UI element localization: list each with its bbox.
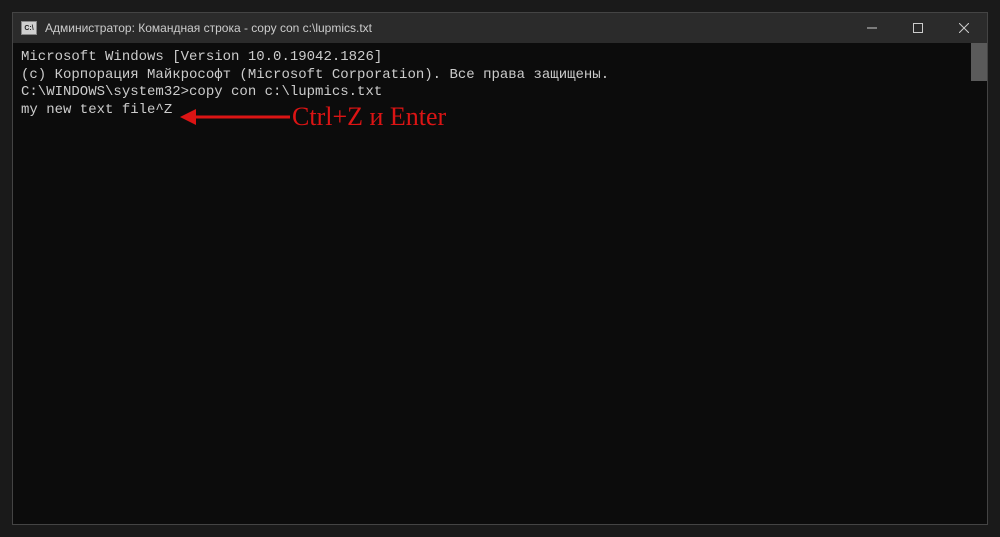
terminal-input-line: my new text file^Z [21,102,979,120]
window-titlebar[interactable]: C:\ Администратор: Командная строка - co… [13,13,987,43]
terminal-line: Microsoft Windows [Version 10.0.19042.18… [21,49,979,67]
cmd-icon: C:\ [21,21,37,35]
close-icon [959,23,969,33]
window-title: Администратор: Командная строка - copy c… [45,21,849,35]
maximize-icon [913,23,923,33]
minimize-icon [867,23,877,33]
command-prompt-window: C:\ Администратор: Командная строка - co… [12,12,988,525]
close-button[interactable] [941,13,987,43]
minimize-button[interactable] [849,13,895,43]
vertical-scrollbar-thumb[interactable] [971,43,987,81]
window-controls [849,13,987,43]
terminal-prompt-line: C:\WINDOWS\system32>copy con c:\lupmics.… [21,84,979,102]
terminal-output-area[interactable]: Microsoft Windows [Version 10.0.19042.18… [13,43,987,524]
terminal-line: (c) Корпорация Майкрософт (Microsoft Cor… [21,67,979,85]
maximize-button[interactable] [895,13,941,43]
